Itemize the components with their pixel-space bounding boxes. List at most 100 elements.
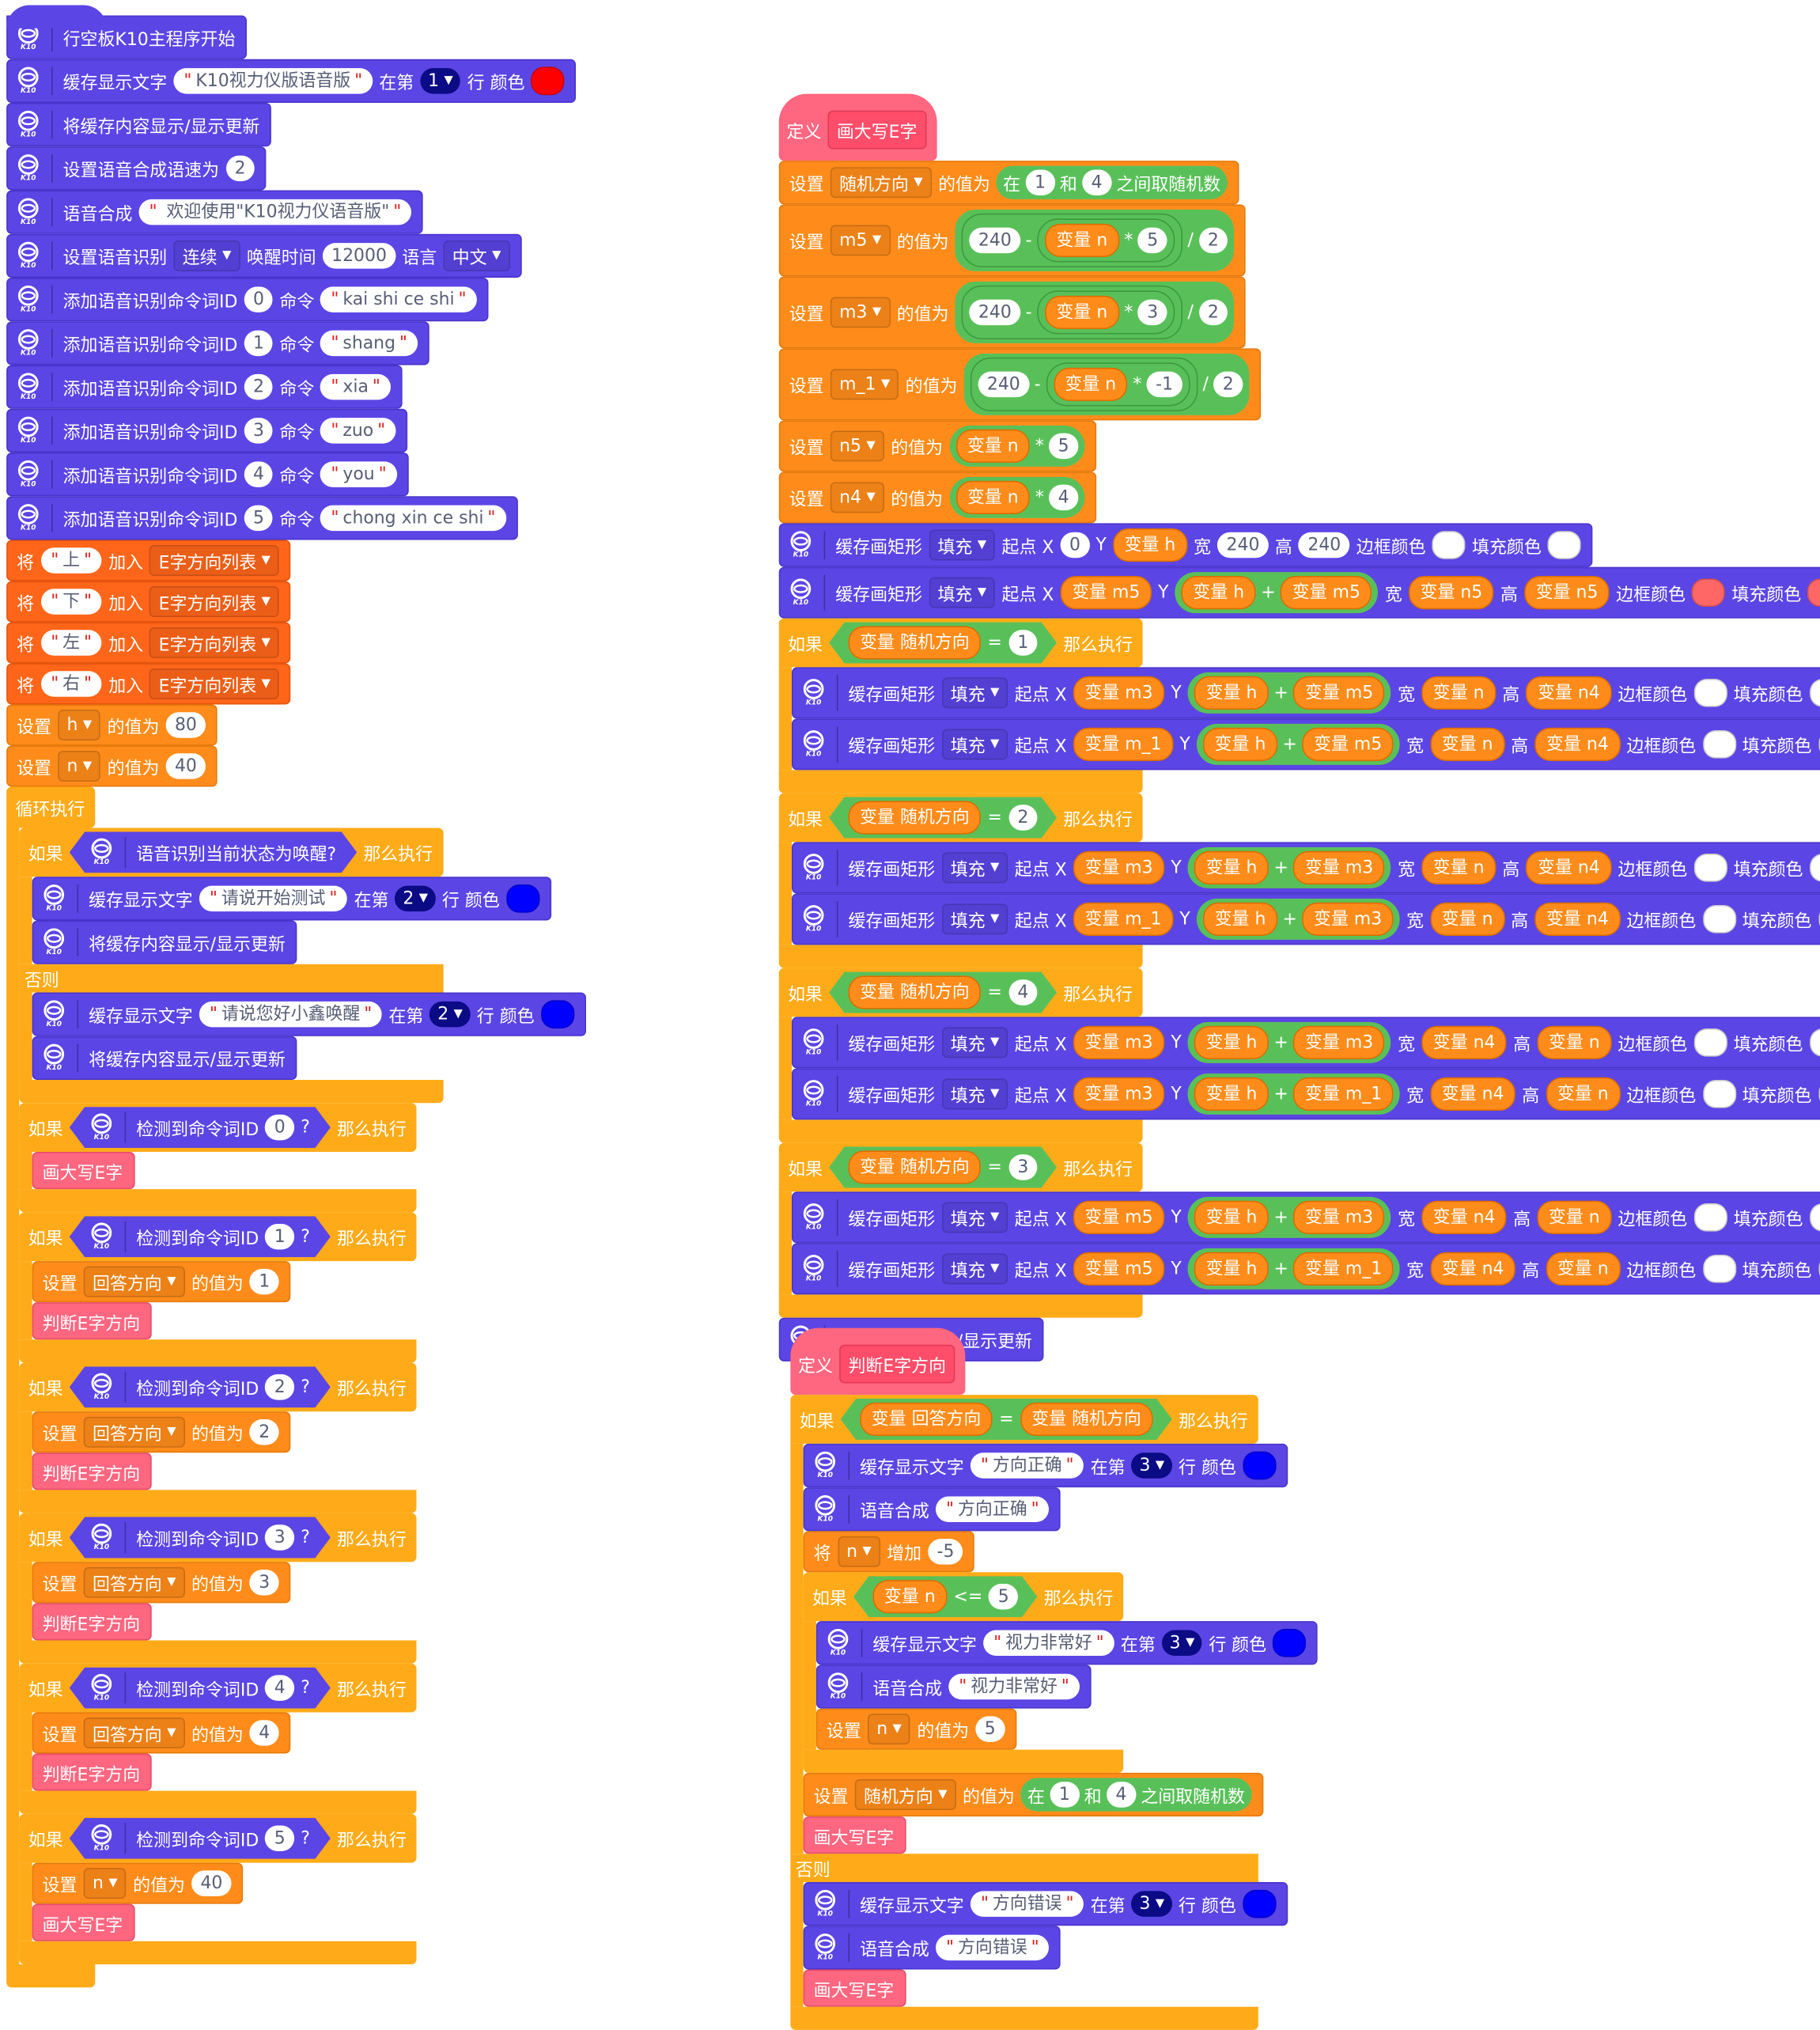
dropdown[interactable]: 2 ▼ bbox=[429, 1001, 471, 1028]
number-input[interactable]: 240 bbox=[978, 371, 1030, 398]
variable-reporter[interactable]: 变量 随机方向 bbox=[1020, 1403, 1153, 1436]
variable-reporter[interactable]: 变量 n4 bbox=[1534, 727, 1621, 761]
operator-reporter[interactable]: 240- 变量 n * -1 bbox=[970, 357, 1198, 411]
text-input[interactable]: 视力非常好 bbox=[983, 1630, 1114, 1656]
number-input[interactable]: 5 bbox=[1137, 227, 1167, 254]
variable-reporter[interactable]: 变量 n bbox=[955, 429, 1031, 463]
operator-reporter[interactable]: 变量 h + 变量 m5 bbox=[1187, 672, 1391, 714]
k10-block[interactable]: K10缓存显示文字方向正确在第3▼行 颜色 bbox=[803, 1443, 1288, 1488]
if-header[interactable]: 如果 K10 检测到命令词ID 1? 那么执行 bbox=[19, 1212, 417, 1262]
variable-reporter[interactable]: 变量 n5 bbox=[1408, 576, 1494, 610]
variable-block[interactable]: 设置 n5 ▼ 的值为 变量 n * 5 bbox=[778, 420, 1096, 472]
number-input[interactable]: 2 bbox=[1198, 227, 1228, 254]
dropdown[interactable]: m5 ▼ bbox=[830, 225, 891, 256]
if-block[interactable]: 如果 K10 检测到命令词ID 4? 那么执行 设置 回答方向 ▼ 的值为 4 判断E字方向 bbox=[19, 1663, 417, 1814]
operator-reporter[interactable]: 变量 n * 3 bbox=[1037, 290, 1175, 335]
variable-reporter[interactable]: 变量 m5 bbox=[1281, 576, 1372, 610]
number-input[interactable]: 1 bbox=[1008, 630, 1038, 656]
variable-block[interactable]: 设置 回答方向 ▼ 的值为 1 bbox=[32, 1261, 291, 1303]
number-input[interactable]: 0 bbox=[265, 1115, 294, 1141]
dropdown[interactable]: 回答方向 ▼ bbox=[83, 1718, 185, 1748]
variable-reporter[interactable]: 变量 n4 bbox=[1430, 1252, 1516, 1286]
variable-reporter[interactable]: 变量 n bbox=[1537, 1025, 1612, 1059]
k10-block[interactable]: K10 缓存画矩形 填充 ▼ 起点 X 变量 m3 Y 变量 h + 变量 m3 宽变量 n 高变量 … bbox=[792, 842, 1820, 894]
compare-condition[interactable]: 变量 随机方向 = 2 bbox=[829, 797, 1057, 839]
k10-block[interactable]: K10 缓存画矩形 填充 ▼ 起点 X 变量 m3 Y 变量 h + 变量 m_1 宽变量 n4 高变… bbox=[792, 1068, 1820, 1120]
if-header[interactable]: 如果 K10 检测到命令词ID 4? 那么执行 bbox=[19, 1663, 417, 1713]
k10-block[interactable]: K10 缓存画矩形 填充 ▼ 起点 X 变量 m5 Y 变量 h + 变量 m3 宽变量 n4 高变量… bbox=[792, 1191, 1820, 1244]
k10-block[interactable]: K10 缓存画矩形 填充 ▼ 起点 X 变量 m_1 Y 变量 h + 变量 m5 宽变量 n 高变量… bbox=[792, 718, 1820, 771]
number-input[interactable]: 4 bbox=[1049, 484, 1079, 511]
if-block[interactable]: 如果 变量 随机方向 = 1 那么执行 K10 缓存画矩形 填充 ▼ 起点 X 变量 m3 Y 变量 h… bbox=[778, 618, 1820, 793]
k10-condition[interactable]: K10 语音识别当前状态为唤醒? bbox=[70, 831, 357, 873]
k10-block[interactable]: K10 语音合成 欢迎使用"K10视力仪语音版" bbox=[6, 190, 423, 234]
variable-reporter[interactable]: 变量 随机方向 bbox=[849, 975, 982, 1009]
color-swatch[interactable] bbox=[1807, 578, 1820, 607]
compare-condition[interactable]: 变量 随机方向 = 3 bbox=[829, 1147, 1057, 1188]
variable-reporter[interactable]: 变量 n bbox=[1430, 902, 1505, 936]
text-input[interactable]: zuo bbox=[320, 418, 396, 444]
function-call-block[interactable]: 判断E字方向 bbox=[32, 1753, 152, 1791]
variable-reporter[interactable]: 变量 m3 bbox=[1073, 676, 1165, 710]
dropdown[interactable]: 随机方向 ▼ bbox=[854, 1779, 956, 1810]
number-input[interactable]: 40 bbox=[191, 1870, 232, 1896]
number-input[interactable]: 4 bbox=[1008, 979, 1038, 1006]
number-input[interactable]: 2 bbox=[249, 1419, 279, 1445]
color-swatch[interactable] bbox=[1547, 531, 1582, 559]
color-swatch[interactable] bbox=[1702, 905, 1736, 934]
k10-block[interactable]: K10 设置语音识别 连续 ▼ 唤醒时间 12000 语言 中文 ▼ bbox=[6, 233, 522, 278]
number-input[interactable]: 5 bbox=[989, 1584, 1018, 1610]
dropdown[interactable]: E字方向列表 ▼ bbox=[149, 668, 280, 699]
if-block[interactable]: 如果 K10 检测到命令词ID 5? 那么执行 设置 n ▼ 的值为 40 画大写E字 bbox=[19, 1813, 417, 1964]
number-input[interactable]: 4 bbox=[1107, 1782, 1136, 1808]
number-input[interactable]: 2 bbox=[1198, 299, 1228, 326]
dropdown[interactable]: n ▼ bbox=[837, 1536, 881, 1567]
if-block[interactable]: 如果 K10 检测到命令词ID 0? 那么执行 画大写E字 bbox=[19, 1103, 417, 1213]
variable-block[interactable]: 设置 m5 ▼ 的值为 240- 变量 n * 5/2 bbox=[778, 204, 1246, 277]
function-call-block[interactable]: 画大写E字 bbox=[803, 1969, 906, 2007]
variable-reporter[interactable]: 变量 m3 bbox=[1293, 850, 1385, 884]
number-input[interactable]: 1 bbox=[1050, 1782, 1080, 1808]
color-swatch[interactable] bbox=[505, 884, 540, 913]
variable-reporter[interactable]: 变量 h bbox=[1203, 902, 1278, 936]
variable-reporter[interactable]: 变量 n bbox=[1421, 850, 1496, 884]
number-input[interactable]: 1 bbox=[244, 330, 274, 357]
dropdown[interactable]: 填充 ▼ bbox=[941, 729, 1008, 760]
dropdown[interactable]: n ▼ bbox=[83, 1868, 127, 1899]
code-workspace[interactable]: K10行空板K10主程序开始K10缓存显示文字K10视力仪版语音版在第1▼行 颜… bbox=[0, 0, 1820, 2030]
variable-reporter[interactable]: 变量 n4 bbox=[1421, 1025, 1508, 1059]
if-else-block[interactable]: 如果K10语音识别当前状态为唤醒?那么执行K10缓存显示文字请说开始测试在第2▼… bbox=[19, 828, 586, 1104]
number-input[interactable]: 2 bbox=[1008, 805, 1038, 831]
number-input[interactable]: 3 bbox=[1008, 1154, 1038, 1180]
function-call-block[interactable]: 判断E字方向 bbox=[32, 1603, 152, 1641]
variable-reporter[interactable]: 变量 n bbox=[1044, 223, 1119, 257]
variable-reporter[interactable]: 变量 n bbox=[1546, 1077, 1621, 1111]
text-input[interactable]: 方向错误 bbox=[936, 1934, 1050, 1961]
operator-reporter[interactable]: 变量 h + 变量 m_1 bbox=[1187, 1073, 1400, 1115]
k10-block[interactable]: K10 添加语音识别命令词ID 0命令 kai shi ce shi bbox=[6, 278, 489, 322]
variable-block[interactable]: 设置 回答方向 ▼ 的值为 3 bbox=[32, 1562, 291, 1604]
if-block[interactable]: 如果 K10 检测到命令词ID 1? 那么执行 设置 回答方向 ▼ 的值为 1 判断E字方向 bbox=[19, 1212, 417, 1363]
number-input[interactable]: 2 bbox=[244, 373, 274, 400]
variable-reporter[interactable]: 变量 m3 bbox=[1073, 1025, 1165, 1059]
variable-block[interactable]: 设置 n ▼ 的值为 40 bbox=[32, 1862, 244, 1904]
number-input[interactable]: -5 bbox=[928, 1539, 963, 1565]
color-swatch[interactable] bbox=[1809, 854, 1820, 882]
loop-header[interactable]: 循环执行 bbox=[6, 786, 96, 828]
k10-block[interactable]: K10 将缓存内容显示/显示更新 bbox=[32, 1036, 297, 1080]
color-swatch[interactable] bbox=[1242, 1889, 1277, 1918]
if-header[interactable]: 如果 变量 随机方向 = 1 那么执行 bbox=[778, 618, 1143, 668]
variable-reporter[interactable]: 变量 m_1 bbox=[1293, 1252, 1394, 1286]
color-swatch[interactable] bbox=[531, 66, 565, 96]
variable-reporter[interactable]: 变量 随机方向 bbox=[849, 801, 982, 834]
if-block[interactable]: 如果 变量 随机方向 = 2 那么执行 K10 缓存画矩形 填充 ▼ 起点 X 变量 m3 Y 变量 h… bbox=[778, 793, 1820, 968]
define-draw-e-script[interactable]: 定义 画大写E字 设置 随机方向 ▼ 的值为在 1 和 4 之间取随机数 设置 m5 ▼ 的值为 240- 变… bbox=[778, 93, 1820, 1362]
number-input[interactable]: 1 bbox=[1025, 169, 1055, 195]
operator-reporter[interactable]: 变量 h + 变量 m5 bbox=[1175, 572, 1379, 614]
dropdown[interactable]: n ▼ bbox=[867, 1714, 911, 1745]
number-input[interactable]: 4 bbox=[265, 1675, 294, 1701]
variable-reporter[interactable]: 变量 n bbox=[955, 480, 1031, 514]
k10-block[interactable]: K10 语音合成 方向正确 bbox=[803, 1487, 1061, 1532]
variable-block[interactable]: 设置 随机方向 ▼ 的值为在 1 和 4 之间取随机数 bbox=[778, 161, 1239, 205]
dropdown[interactable]: n ▼ bbox=[58, 751, 101, 782]
